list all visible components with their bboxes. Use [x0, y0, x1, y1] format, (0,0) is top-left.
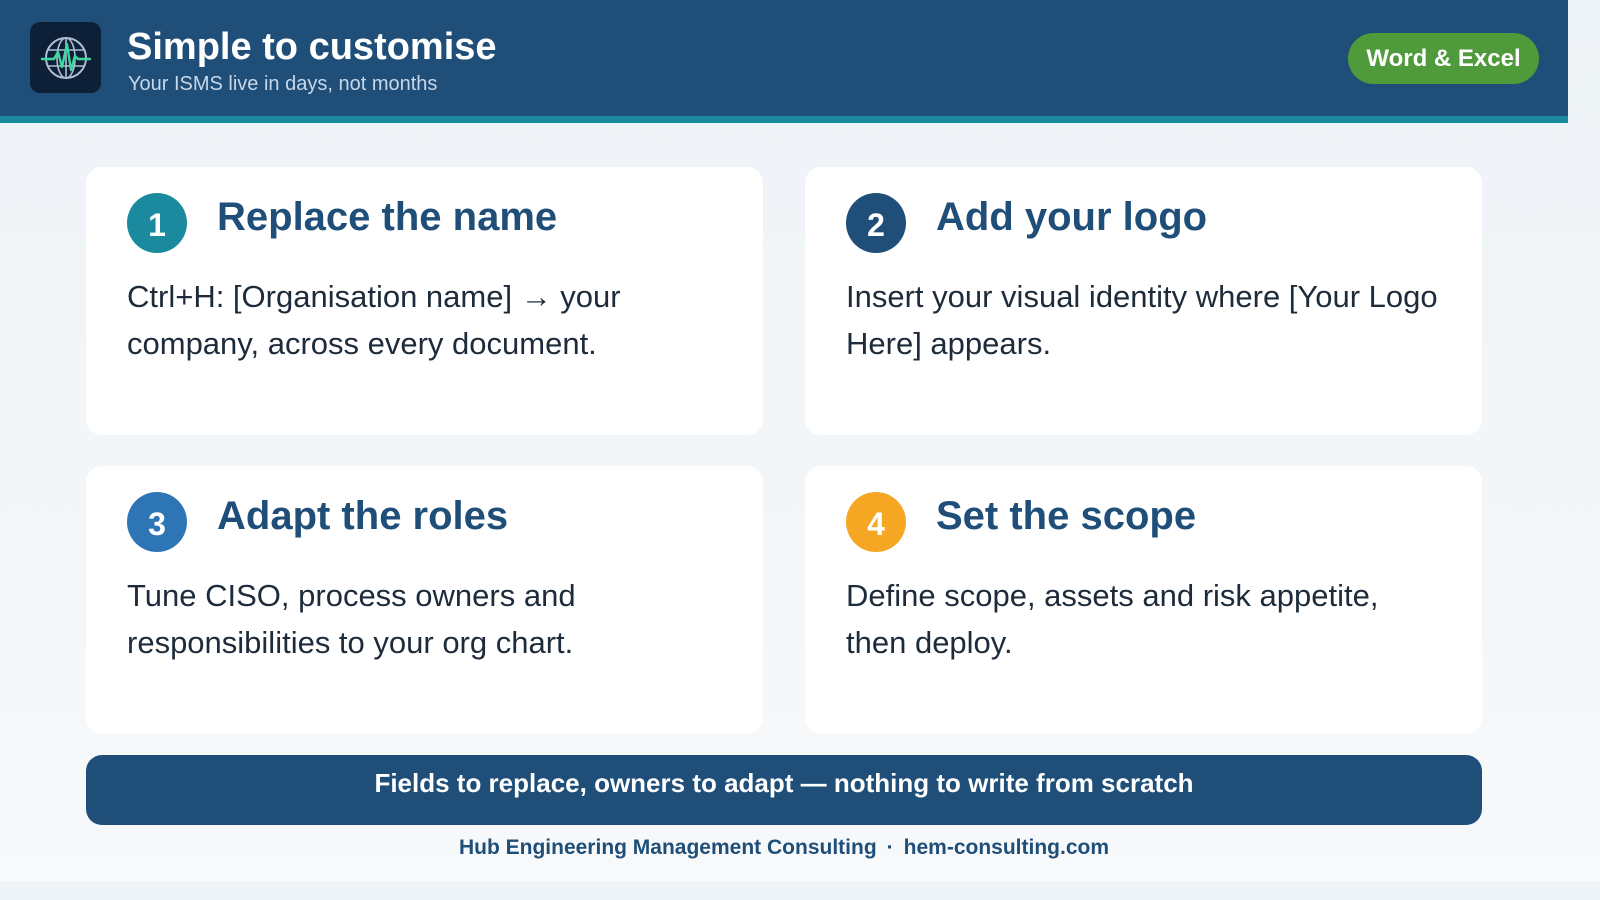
step-title-2: Add your logo: [936, 195, 1208, 239]
step-number-4: 4: [846, 492, 906, 552]
step-number-2: 2: [846, 193, 906, 253]
footer-website: hem-consulting.com: [903, 836, 1110, 859]
step-body-3: Tune CISO, process owners and responsibi…: [127, 578, 576, 660]
globe-heartbeat-icon: [30, 22, 101, 93]
footer-separator: ·: [886, 836, 894, 859]
step-card-2: 2 Add your logo Insert your visual ident…: [805, 167, 1482, 435]
step-body-4: Define scope, assets and risk appetite, …: [846, 578, 1379, 660]
page-subtitle: Your ISMS live in days, not months: [128, 73, 438, 95]
step-body-1: Ctrl+H: [Organisation name] → your compa…: [127, 279, 621, 361]
footer: Hub Engineering Management Consulting · he…: [0, 836, 1568, 860]
step-title-1: Replace the name: [217, 195, 558, 239]
step-card-1: 1 Replace the name Ctrl+H: [Organisation…: [86, 167, 763, 435]
step-number-3: 3: [127, 492, 187, 552]
step-title-4: Set the scope: [936, 494, 1197, 538]
step-card-4: 4 Set the scope Define scope, assets and…: [805, 466, 1482, 734]
footer-company: Hub Engineering Management Consulting: [458, 836, 877, 859]
header: Simple to customise Your ISMS live in da…: [0, 0, 1568, 123]
step-number-1: 1: [127, 193, 187, 253]
step-body-2: Insert your visual identity where [Your …: [846, 279, 1438, 361]
step-card-3: 3 Adapt the roles Tune CISO, process own…: [86, 466, 763, 734]
step-title-3: Adapt the roles: [217, 494, 509, 538]
format-badge: Word & Excel: [1348, 33, 1539, 84]
page-title: Simple to customise: [127, 26, 497, 68]
summary-banner: Fields to replace, owners to adapt — not…: [86, 755, 1482, 825]
